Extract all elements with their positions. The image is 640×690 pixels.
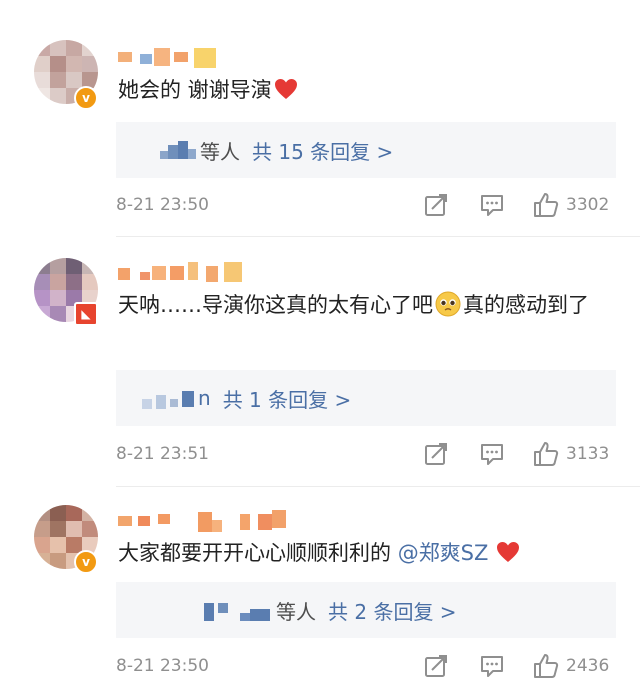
replier-name-mosaic bbox=[204, 599, 272, 621]
reply-preview[interactable]: n 共 1 条回复 > bbox=[116, 370, 616, 426]
comment-text: 大家都要开开心心顺顺利利的 @郑爽SZ bbox=[118, 535, 618, 571]
reply-preview[interactable]: 等人 共 2 条回复 > bbox=[116, 582, 616, 638]
comment-meta: 8-21 23:50 3302 bbox=[116, 191, 616, 221]
view-replies-link[interactable]: 共 1 条回复 > bbox=[223, 384, 352, 413]
pleading-face-emoji-icon bbox=[435, 291, 461, 317]
comment-body: 她会的 谢谢导演 bbox=[118, 78, 272, 102]
share-icon[interactable] bbox=[422, 191, 450, 219]
view-replies-link[interactable]: 共 2 条回复 > bbox=[328, 596, 457, 625]
comment-body-part-2: 真的感动到了 bbox=[463, 293, 589, 317]
comment-text: 天呐……导演你这真的太有心了吧 真的感动到了 bbox=[118, 287, 618, 323]
share-icon[interactable] bbox=[422, 440, 450, 468]
comment-icon[interactable] bbox=[478, 652, 506, 680]
timestamp: 8-21 23:51 bbox=[116, 444, 209, 464]
replier-name-mosaic bbox=[142, 387, 196, 409]
view-replies-link[interactable]: 共 15 条回复 > bbox=[252, 136, 393, 165]
username-mosaic[interactable] bbox=[118, 262, 258, 282]
comment-divider bbox=[116, 486, 640, 487]
replier-name-mosaic bbox=[160, 139, 196, 161]
reply-suffix: n bbox=[198, 386, 211, 410]
like-count: 3133 bbox=[566, 444, 610, 464]
red-heart-emoji-icon bbox=[497, 542, 520, 562]
top-cropped-header bbox=[0, 0, 640, 8]
comment-meta: 8-21 23:51 3133 bbox=[116, 440, 616, 470]
verified-badge-icon: v bbox=[74, 550, 98, 574]
verified-badge-icon: ◣ bbox=[74, 302, 98, 326]
timestamp: 8-21 23:50 bbox=[116, 195, 209, 215]
reply-preview[interactable]: 等人 共 15 条回复 > bbox=[116, 122, 616, 178]
like-count: 3302 bbox=[566, 195, 610, 215]
username-mosaic[interactable] bbox=[118, 48, 228, 68]
timestamp: 8-21 23:50 bbox=[116, 656, 209, 676]
thumbs-up-icon[interactable] bbox=[532, 652, 560, 680]
comment-icon[interactable] bbox=[478, 440, 506, 468]
thumbs-up-icon[interactable] bbox=[532, 191, 560, 219]
thumbs-up-icon[interactable] bbox=[532, 440, 560, 468]
comment-divider bbox=[116, 236, 640, 237]
comment-text: 她会的 谢谢导演 bbox=[118, 72, 618, 108]
reply-suffix: 等人 bbox=[200, 139, 240, 164]
comment-body-part-1: 天呐……导演你这真的太有心了吧 bbox=[118, 293, 433, 317]
verified-badge-icon: v bbox=[74, 86, 98, 110]
share-icon[interactable] bbox=[422, 652, 450, 680]
user-mention-link[interactable]: @郑爽SZ bbox=[398, 541, 489, 565]
like-count: 2436 bbox=[566, 656, 610, 676]
username-mosaic[interactable] bbox=[118, 510, 288, 532]
comment-icon[interactable] bbox=[478, 191, 506, 219]
comment-meta: 8-21 23:50 2436 bbox=[116, 652, 616, 682]
reply-suffix: 等人 bbox=[276, 599, 316, 624]
comment-body: 大家都要开开心心顺顺利利的 bbox=[118, 541, 398, 565]
red-heart-emoji-icon bbox=[274, 79, 297, 99]
